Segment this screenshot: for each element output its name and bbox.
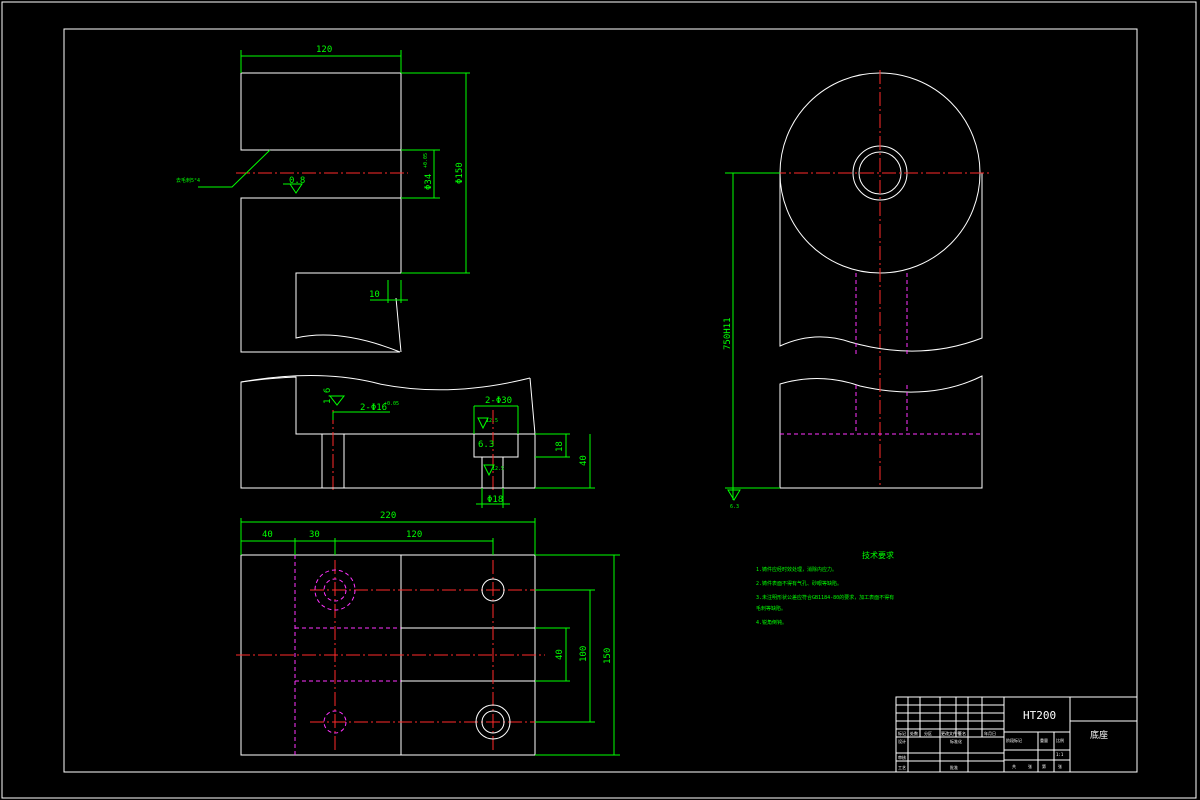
tb-cell-10: 比例 [1056,737,1064,743]
notes-title: 技术要求 [862,550,894,560]
dim-dia-18: Φ18 [487,495,503,505]
leader-note: 去毛刺5°4 [176,177,200,184]
note-line-3: 3.未注明形状公差应符合GB1184-80的要求，加工表面不得有 [756,594,894,601]
roughness-side: 6.3 [730,504,739,510]
roughness-6-3: 6.3 [478,440,494,450]
tb-cell-9: 重量 [1040,737,1048,743]
roughness-1-6: 1.6 [323,388,333,404]
tb-cell-17: 张 [1058,763,1062,769]
note-line-2: 2.铸件表面不得有气孔、砂眼等缺陷。 [756,580,842,587]
inner-frame [63,28,1138,773]
dim-18: 18 [555,441,565,452]
tb-cell-0: 标记 [898,730,906,736]
tb-cell-15: 张 [1028,763,1032,769]
section-view-middle: 1.6 2-Φ16 +0.05 2-Φ30 12.5 6.3 12.5 18 4… [240,375,595,508]
tb-cell-14: 共 [1012,763,1016,769]
dim-40: 40 [579,455,589,466]
dim-plan-40: 40 [262,530,273,540]
tb-cell-6: 设计 [898,738,906,744]
dim-plan-v40: 40 [555,649,565,660]
dim-plan-v100: 100 [579,646,589,662]
dim-holes-2x16-tol: +0.05 [384,401,399,407]
title-material: HT200 [1023,709,1056,722]
dim-plan-30: 30 [309,530,320,540]
dim-plan-v150: 150 [603,648,613,664]
tb-cell-4: 签名 [958,730,966,736]
dim-side-750: 750H11 [723,317,733,350]
tb-cell-1: 处数 [910,730,918,736]
note-line-1: 1.铸件应经时效处理，消除内应力。 [756,566,837,573]
dim-holes-2x30: 2-Φ30 [485,396,512,406]
dim-top-width: 120 [316,45,332,55]
note-line-4: 毛刺等缺陷。 [756,605,786,612]
dim-top-height: Φ150 [455,162,465,184]
cad-drawing-canvas: 120 Φ150 Φ34 +0.05 0.8 去毛刺5°4 10 1.6 2-Φ… [0,0,1200,800]
section-view-top: 120 Φ150 Φ34 +0.05 0.8 去毛刺5°4 10 [176,45,470,353]
tb-cell-5: 年月日 [984,730,996,736]
title-part-name: 底座 [1090,729,1108,741]
technical-notes: 技术要求 1.铸件应经时效处理，消除内应力。 2.铸件表面不得有气孔、砂眼等缺陷… [756,550,894,626]
dim-plan-120: 120 [406,530,422,540]
tb-cell-11: 审核 [898,754,906,760]
side-view: 750H11 6.3 [723,70,990,510]
roughness-12-5-a: 12.5 [486,418,498,424]
tb-cell-2: 分区 [924,730,932,736]
tb-cell-7: 标准化 [950,738,962,744]
tb-cell-16: 第 [1042,763,1046,769]
tb-cell-12: 工艺 [898,765,906,770]
outer-frame [1,1,1197,799]
tb-cell-13: 批准 [950,764,958,770]
tb-cell-8: 阶段标记 [1006,737,1022,743]
title-block: HT200 底座 标记 处数 分区 更改文件号 签名 年月日 设计 标准化 阶段… [895,696,1138,773]
dim-step-10: 10 [369,290,380,300]
tb-cell-18: 1:1 [1056,752,1064,757]
roughness-hole: 0.8 [289,176,305,186]
dim-plan-220: 220 [380,511,396,521]
note-line-5: 4.锐角倒钝。 [756,619,787,626]
dim-hole-tolerance: +0.05 [423,153,429,168]
plan-view: 220 40 30 120 40 100 150 [236,511,620,756]
roughness-12-5-b: 12.5 [492,466,504,472]
dim-hole-diameter: Φ34 [424,174,434,190]
